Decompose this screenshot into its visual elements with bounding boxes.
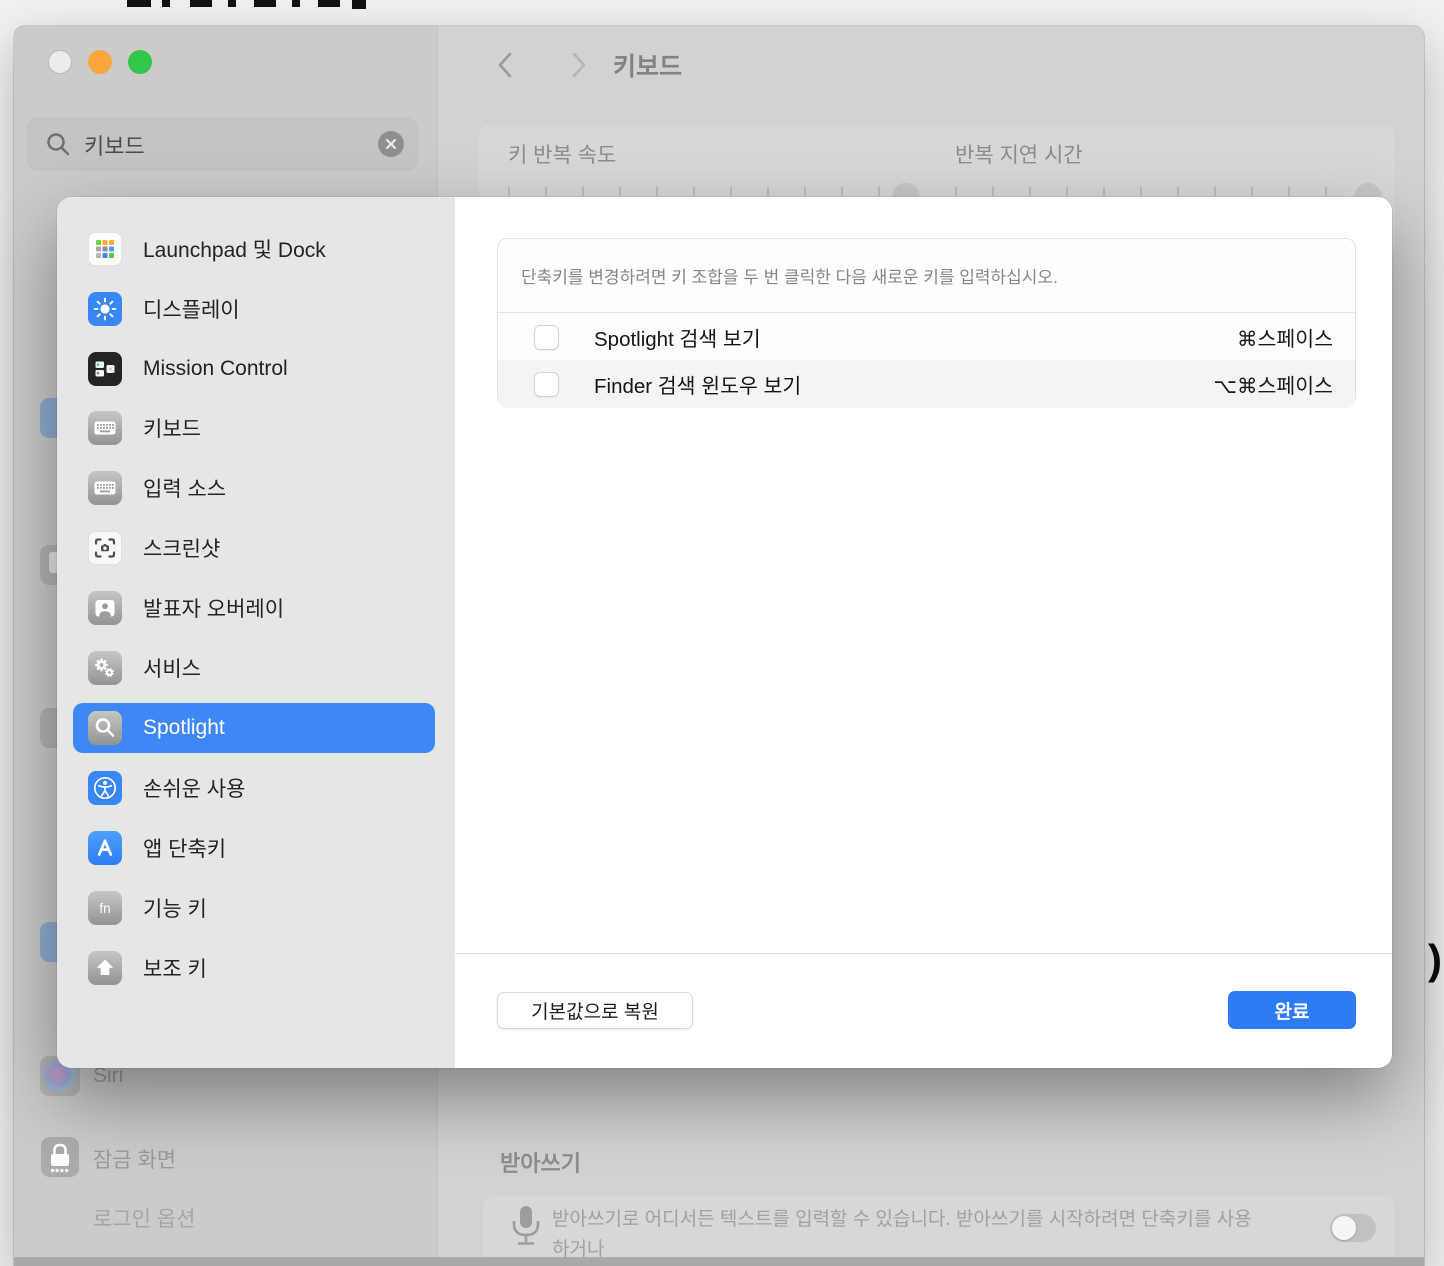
key-repeat-label: 키 반복 속도 [508, 139, 616, 169]
display-icon [88, 292, 122, 326]
sheet-sidebar-item-modifier-keys[interactable]: 보조 키 [73, 943, 435, 993]
sidebar-item-label: 발표자 오버레이 [143, 593, 284, 623]
sidebar-item-label: 앱 단축키 [143, 833, 226, 863]
shortcut-keys[interactable]: ⌥⌘스페이스 [1213, 369, 1333, 399]
shortcut-label: Finder 검색 윈도우 보기 [594, 369, 801, 399]
dictation-card: 받아쓰기로 어디서든 텍스트를 입력할 수 있습니다. 받아쓰기를 시작하려면 … [483, 1196, 1395, 1266]
toggle-knob [1332, 1216, 1356, 1240]
sidebar-item-label: 키보드 [143, 413, 201, 443]
key-repeat-slider[interactable] [508, 187, 912, 196]
instruction-text: 단축키를 변경하려면 키 조합을 두 번 클릭한 다음 새로운 키를 입력하십시… [521, 263, 1058, 288]
page-title: 키보드 [613, 47, 682, 83]
shortcut-checkbox[interactable] [534, 372, 559, 397]
sidebar-item-label: Launchpad 및 Dock [143, 234, 326, 264]
repeat-delay-label: 반복 지연 시간 [955, 139, 1083, 169]
window-bottom-edge [14, 1257, 1424, 1266]
sheet-sidebar: Launchpad 및 Dock 디스플레이 Mission Control 키… [57, 197, 455, 1068]
sheet-sidebar-item-presenter-overlay[interactable]: 발표자 오버레이 [73, 583, 435, 633]
launchpad-icon [88, 232, 122, 266]
shortcut-row: Finder 검색 윈도우 보기 ⌥⌘스페이스 [498, 360, 1355, 408]
minimize-button[interactable] [88, 50, 112, 74]
sheet-sidebar-item-app-shortcuts[interactable]: 앱 단축키 [73, 823, 435, 873]
keyboard-icon [88, 411, 122, 445]
dictation-toggle[interactable] [1330, 1214, 1376, 1242]
sidebar-item-label: 서비스 [143, 653, 201, 683]
footer-divider [455, 953, 1392, 954]
zoom-button[interactable] [128, 50, 152, 74]
sidebar-item-label: 스크린샷 [143, 533, 220, 563]
lock-icon [41, 1137, 79, 1177]
shortcut-label: Spotlight 검색 보기 [594, 322, 761, 352]
sheet-sidebar-item-screenshot[interactable]: 스크린샷 [73, 523, 435, 573]
presenter-overlay-icon [88, 591, 122, 625]
sheet-sidebar-item-function-keys[interactable]: fn 기능 키 [73, 883, 435, 933]
shortcuts-sheet: Launchpad 및 Dock 디스플레이 Mission Control 키… [57, 197, 1392, 1068]
shortcut-row: Spotlight 검색 보기 ⌘스페이스 [498, 312, 1355, 361]
sheet-sidebar-item-launchpad[interactable]: Launchpad 및 Dock [73, 224, 435, 274]
restore-defaults-button[interactable]: 기본값으로 복원 [497, 992, 693, 1029]
search-field[interactable] [26, 117, 418, 171]
repeat-delay-slider[interactable] [955, 187, 1367, 196]
microphone-icon [509, 1204, 543, 1261]
mission-control-icon [88, 352, 122, 386]
accessibility-icon [88, 771, 122, 805]
sidebar-item-label: 보조 키 [143, 953, 207, 983]
close-button[interactable] [48, 50, 72, 74]
sidebar-item-label: Mission Control [143, 357, 288, 381]
modifier-keys-icon [88, 951, 122, 985]
sheet-sidebar-item-spotlight[interactable]: Spotlight [73, 703, 435, 753]
services-icon [88, 651, 122, 685]
sheet-sidebar-item-accessibility[interactable]: 손쉬운 사용 [73, 763, 435, 813]
search-icon [44, 130, 72, 163]
dictation-title: 받아쓰기 [500, 1146, 581, 1178]
sidebar-item-label: 기능 키 [143, 893, 207, 923]
sheet-sidebar-item-mission-control[interactable]: Mission Control [73, 344, 435, 394]
forward-icon[interactable] [565, 48, 591, 87]
sheet-content: 단축키를 변경하려면 키 조합을 두 번 클릭한 다음 새로운 키를 입력하십시… [455, 197, 1392, 1068]
sheet-sidebar-item-services[interactable]: 서비스 [73, 643, 435, 693]
shortcuts-card: 단축키를 변경하려면 키 조합을 두 번 클릭한 다음 새로운 키를 입력하십시… [497, 238, 1356, 407]
done-button[interactable]: 완료 [1228, 991, 1356, 1029]
clear-search-icon[interactable] [378, 131, 404, 157]
sheet-sidebar-item-input-sources[interactable]: 입력 소스 [73, 463, 435, 513]
input-sources-icon [88, 471, 122, 505]
right-edge-fragment: ) [1428, 936, 1442, 984]
svg-text:fn: fn [99, 901, 110, 916]
sheet-sidebar-item-display[interactable]: 디스플레이 [73, 284, 435, 334]
sidebar-item-label: Spotlight [143, 716, 225, 740]
app-shortcuts-icon [88, 831, 122, 865]
back-icon[interactable] [493, 48, 519, 87]
sidebar-item-login-options[interactable]: 로그인 옵션 [93, 1203, 195, 1233]
shortcut-keys[interactable]: ⌘스페이스 [1237, 322, 1333, 352]
function-keys-icon: fn [88, 891, 122, 925]
sidebar-item-label: 입력 소스 [143, 473, 226, 503]
sidebar-item-lock-screen[interactable]: 잠금 화면 [93, 1144, 176, 1174]
sheet-sidebar-item-keyboard[interactable]: 키보드 [73, 403, 435, 453]
shortcut-checkbox[interactable] [534, 325, 559, 350]
spotlight-icon [88, 711, 122, 745]
search-input[interactable] [82, 117, 376, 173]
screenshot-icon [88, 531, 122, 565]
sidebar-item-label: 손쉬운 사용 [143, 773, 245, 803]
sidebar-item-label: 디스플레이 [143, 294, 240, 324]
